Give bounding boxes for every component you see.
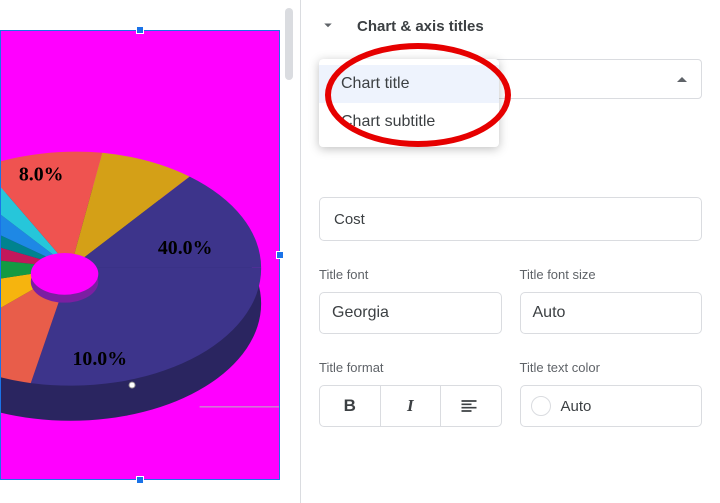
- slice-label-8: 8.0%: [19, 164, 64, 186]
- section-title: Chart & axis titles: [357, 18, 484, 35]
- title-font-size-value: Auto: [533, 304, 566, 322]
- title-text-color-select[interactable]: Auto: [520, 385, 703, 427]
- label-title-format: Title format: [319, 360, 502, 375]
- title-text-color-value: Auto: [561, 398, 592, 415]
- label-title-text-color: Title text color: [520, 360, 703, 375]
- slice-label-10: 10.0%: [72, 348, 127, 370]
- resize-handle-right[interactable]: [276, 251, 284, 259]
- title-font-select[interactable]: Georgia: [319, 292, 502, 334]
- title-type-dropdown[interactable]: Chart title Chart title Chart subtitle: [319, 59, 702, 179]
- title-font-size-select[interactable]: Auto: [520, 292, 703, 334]
- bold-button[interactable]: B: [320, 386, 381, 426]
- chart-canvas[interactable]: 8.0% 40.0% 10.0%: [0, 30, 280, 480]
- align-left-icon: [459, 396, 479, 416]
- label-title-font: Title font: [319, 267, 502, 282]
- title-font-value: Georgia: [332, 304, 389, 322]
- title-text-input[interactable]: [319, 197, 702, 241]
- chart-editor-panel: Chart & axis titles Chart title Chart ti…: [300, 0, 720, 503]
- section-chart-axis-titles[interactable]: Chart & axis titles: [319, 10, 702, 59]
- align-button[interactable]: [441, 386, 501, 426]
- title-type-menu: Chart title Chart subtitle: [319, 59, 499, 147]
- title-type-option-chart-title[interactable]: Chart title: [319, 65, 499, 103]
- scrollbar[interactable]: [285, 8, 293, 80]
- title-type-option-chart-subtitle[interactable]: Chart subtitle: [319, 103, 499, 141]
- italic-button[interactable]: I: [381, 386, 442, 426]
- resize-handle-top[interactable]: [136, 26, 144, 34]
- resize-handle-bottom[interactable]: [136, 476, 144, 484]
- pie-chart-svg: 8.0% 40.0% 10.0%: [1, 31, 279, 479]
- label-title-font-size: Title font size: [520, 267, 703, 282]
- chevron-down-icon: [319, 16, 339, 37]
- color-swatch: [531, 396, 551, 416]
- title-format-group: B I: [319, 385, 502, 427]
- slice-label-40: 40.0%: [158, 237, 213, 259]
- arrow-up-icon: [677, 77, 687, 82]
